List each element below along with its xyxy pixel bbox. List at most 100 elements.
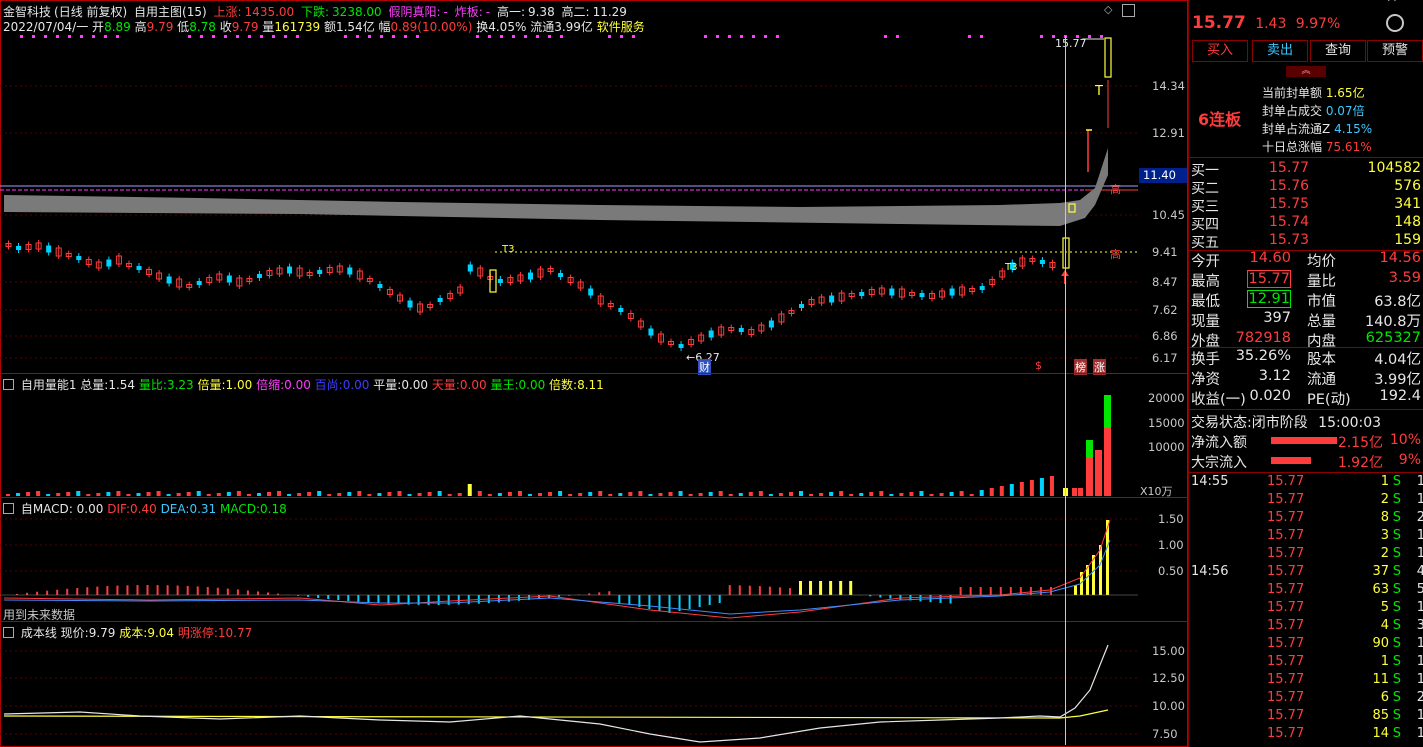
candle-body [166, 276, 172, 284]
total-volume-label: 总量: [80, 378, 109, 392]
volume-panel-title[interactable]: 自用量能1 [21, 378, 77, 392]
sky-volume: 0.00 [459, 378, 487, 392]
tick-side: S [1392, 654, 1401, 669]
shrink-value: 0.00 [284, 378, 311, 392]
tick-row: 15.77 3 S 1 [1191, 528, 1423, 546]
macd-bar [668, 595, 671, 613]
signal-dot-row [20, 35, 1103, 38]
macd-bar [357, 595, 360, 602]
candle-body [527, 272, 533, 280]
candle-body [768, 320, 774, 328]
candle-body [738, 328, 744, 332]
high2-label: 高二: [561, 5, 590, 19]
panel-toggle-icon[interactable] [3, 627, 14, 638]
panel-toggle-icon[interactable] [3, 503, 14, 514]
signal-dot [392, 35, 395, 38]
bid-row[interactable]: 买三 15.75 341 [1191, 196, 1421, 215]
block-inflow-pct: 9% [1398, 452, 1421, 468]
main-indicator-name[interactable]: 自用主图(15) [134, 5, 207, 19]
stat-value: 3.99亿 [1374, 372, 1421, 388]
volume-chart[interactable] [0, 392, 1187, 498]
volume-bar [447, 494, 452, 496]
volume-axis-label: 20000 [1148, 391, 1185, 405]
macd-bar [106, 586, 109, 595]
buy-button[interactable]: 买入 [1192, 40, 1248, 62]
volume-bar [367, 494, 372, 496]
dea-line [3, 539, 1111, 615]
signal-dot [368, 35, 371, 38]
volume-bar [176, 493, 181, 496]
signal-dot [980, 35, 983, 38]
fake-yin-label: 假阴真阳: [388, 5, 441, 19]
volume-bar [939, 493, 944, 496]
signal-dot [968, 35, 971, 38]
stock-name[interactable]: 金智科技 [3, 5, 51, 19]
stat-label: 流通 [1307, 372, 1336, 388]
bid-volume: 159 [1394, 232, 1421, 248]
volume-bar [106, 492, 111, 496]
bid-row[interactable]: 买一 15.77 104582 [1191, 160, 1421, 179]
macd-bar [387, 595, 390, 604]
bid-row[interactable]: 买五 15.73 159 [1191, 232, 1421, 251]
bid-price: 15.73 [1269, 232, 1310, 248]
volume-bar [246, 494, 251, 496]
alert-button[interactable]: 预警 [1367, 40, 1423, 62]
volume-bar [256, 493, 261, 496]
volume-bar [527, 494, 532, 496]
price-axis-label: 12.91 [1152, 126, 1185, 140]
tick-time: 14:56 [1191, 564, 1229, 579]
net-inflow-pct: 10% [1389, 432, 1421, 448]
macd-bar [899, 595, 902, 600]
stat-label: 现量 [1191, 314, 1220, 330]
macd-bar [658, 595, 661, 611]
tick-volume: 5 [1380, 600, 1389, 615]
settings-gear-icon[interactable] [1386, 14, 1404, 32]
bid-level-label: 买一 [1191, 163, 1219, 179]
signal-dot [548, 35, 551, 38]
panel-toggle-icon[interactable] [3, 379, 14, 390]
price-axis-label: 7.62 [1152, 303, 1178, 317]
cost-chart[interactable] [0, 638, 1187, 745]
macd-bar [1099, 545, 1102, 595]
sell-button[interactable]: 卖出 [1252, 40, 1308, 62]
signal-dot [32, 35, 35, 38]
volume-bar [1009, 484, 1014, 496]
candlestick-chart[interactable] [0, 32, 1187, 372]
chart-mode[interactable]: (日线 前复权) [54, 5, 127, 19]
diamond-icon[interactable]: ◇ [1104, 4, 1115, 15]
macd-chart[interactable] [0, 514, 1187, 622]
macd-bar [959, 587, 962, 595]
tick-count: 2 [1416, 510, 1423, 525]
volume-bar [979, 490, 984, 496]
close-icon[interactable]: ✕ [1386, 0, 1398, 6]
macd-bar [196, 586, 199, 595]
volume-bar [638, 491, 643, 496]
bid-row[interactable]: 买四 15.74 148 [1191, 214, 1421, 233]
tick-price: 15.77 [1267, 582, 1305, 597]
signal-dot [116, 35, 119, 38]
tick-price: 15.77 [1267, 546, 1305, 561]
query-button[interactable]: 查询 [1310, 40, 1366, 62]
collapse-chevron-icon[interactable]: ︽ [1286, 66, 1326, 77]
limit-up-candle [489, 269, 497, 293]
bid-row[interactable]: 买二 15.76 576 [1191, 178, 1421, 197]
volume-bar [216, 493, 221, 496]
price-axis-label: 14.34 [1152, 79, 1185, 93]
tick-count: 1 [1416, 672, 1423, 687]
macd-bar [738, 585, 741, 595]
volume-axis-label: 15000 [1148, 416, 1185, 430]
fake-yin-value: - [443, 5, 448, 19]
volume-bar [116, 491, 121, 496]
stat-label: PE(动) [1307, 392, 1351, 408]
volume-bar [969, 494, 974, 496]
tick-price: 15.77 [1267, 636, 1305, 651]
window-toggle-icon[interactable] [1122, 4, 1135, 17]
volume-bar [869, 492, 874, 496]
dollar-badge[interactable]: $ [1035, 359, 1042, 372]
signal-dot [212, 35, 215, 38]
stat-value: 14.56 [1379, 250, 1421, 266]
cost-band-fill [4, 148, 1108, 226]
macd-bar [236, 589, 239, 595]
tick-volume: 37 [1372, 564, 1389, 579]
volume-bar [788, 492, 793, 496]
